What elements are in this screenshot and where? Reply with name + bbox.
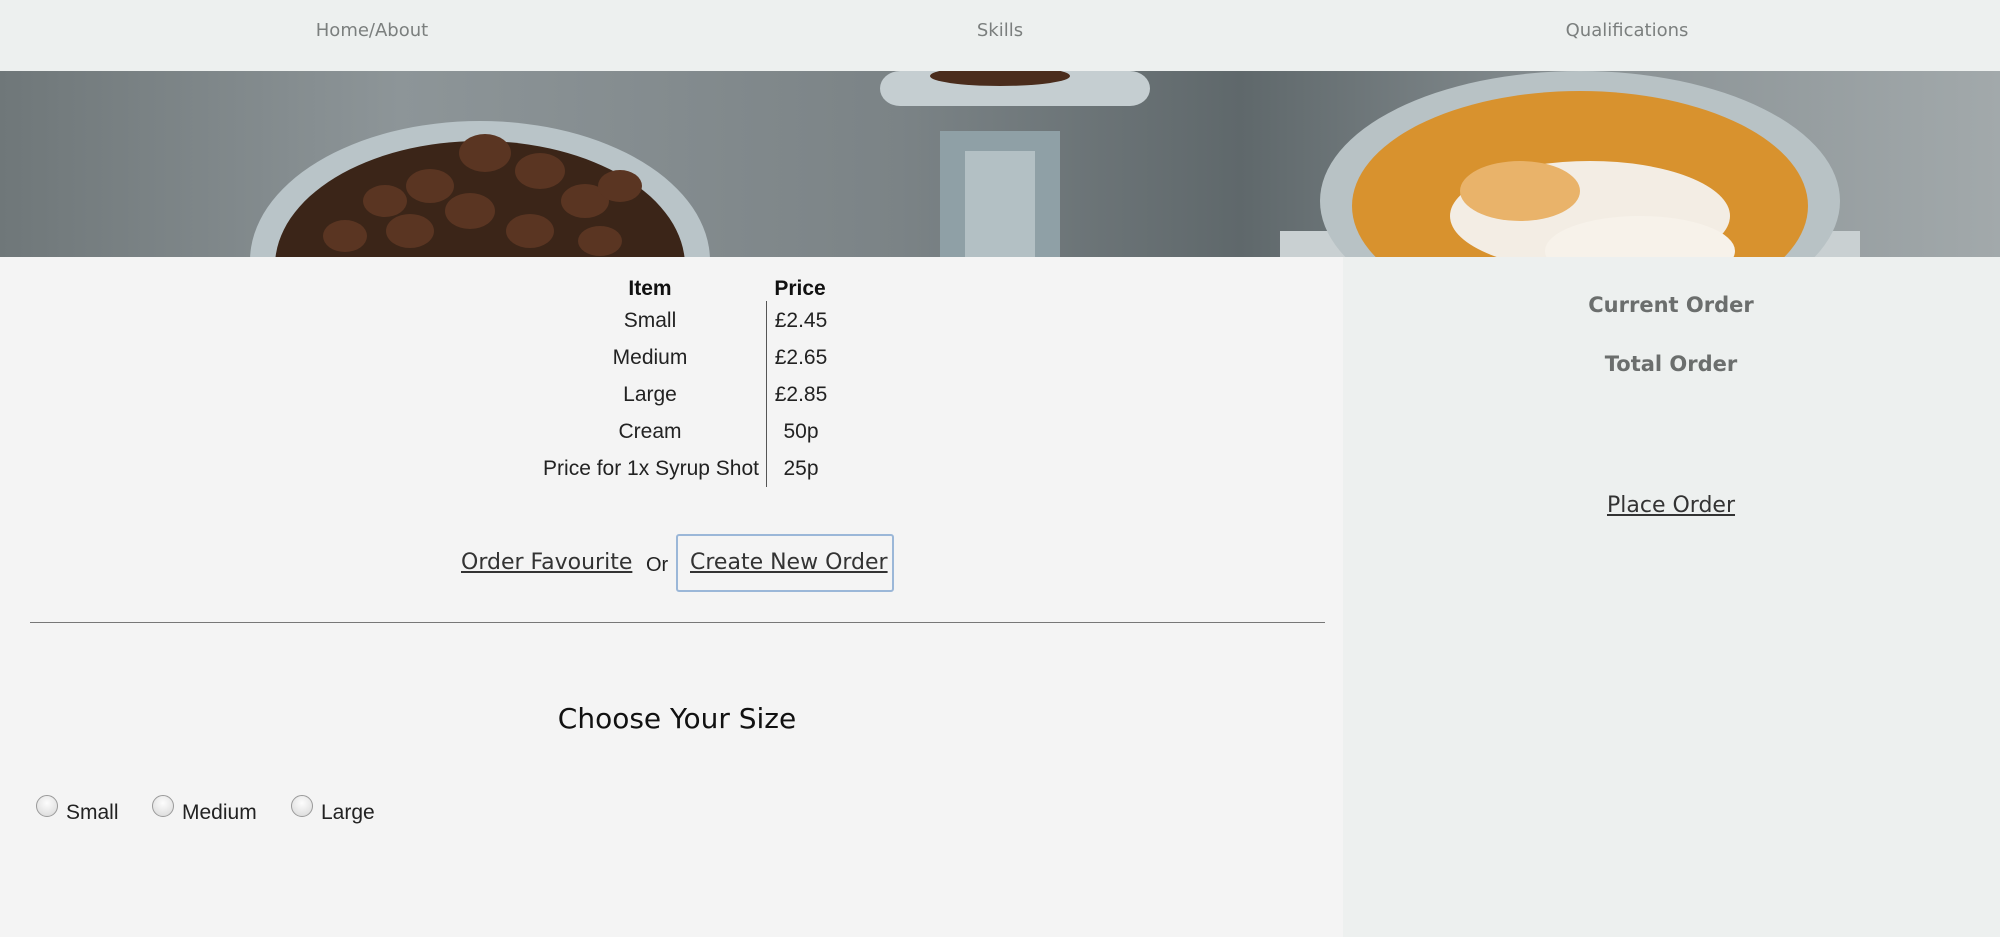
order-favourite-link[interactable]: Order Favourite — [461, 550, 632, 575]
place-order-link[interactable]: Place Order — [1607, 493, 1735, 518]
table-cell-item: Small — [623, 309, 677, 332]
order-sidebar: Current Order Total Order Place Order — [1343, 257, 2000, 937]
table-cell-price: £2.65 — [774, 346, 828, 369]
table-cell-item: Price for 1x Syrup Shot — [543, 457, 759, 480]
current-order-title: Current Order — [1588, 293, 1754, 317]
table-header-price: Price — [774, 277, 826, 300]
create-new-order-link[interactable]: Create New Order — [690, 550, 888, 575]
choose-size-heading: Choose Your Size — [557, 702, 797, 735]
size-label-medium[interactable]: Medium — [182, 801, 257, 825]
nav-skills[interactable]: Skills — [977, 20, 1023, 41]
size-label-small[interactable]: Small — [66, 801, 119, 825]
table-divider — [766, 301, 767, 487]
nav-qualifications[interactable]: Qualifications — [1566, 20, 1689, 41]
hero-banner — [0, 71, 2000, 257]
table-header-item: Item — [628, 277, 672, 300]
top-nav: Home/About Skills Qualifications — [0, 0, 2000, 71]
price-table: Item Price Small £2.45 Medium £2.65 Larg… — [0, 257, 1343, 507]
size-label-large[interactable]: Large — [321, 801, 375, 825]
table-cell-item: Cream — [618, 420, 682, 443]
table-cell-price: £2.85 — [774, 383, 828, 406]
table-cell-price: 25p — [783, 457, 819, 480]
hero-image — [250, 71, 1860, 257]
size-radio-small[interactable] — [36, 795, 58, 817]
table-cell-item: Medium — [612, 346, 688, 369]
table-cell-item: Large — [623, 383, 677, 406]
main-content: Item Price Small £2.45 Medium £2.65 Larg… — [0, 257, 1343, 937]
section-divider — [30, 622, 1325, 623]
table-cell-price: 50p — [783, 420, 819, 443]
nav-home-about[interactable]: Home/About — [316, 20, 428, 41]
size-radio-medium[interactable] — [152, 795, 174, 817]
or-text: Or — [646, 554, 669, 576]
table-cell-price: £2.45 — [774, 309, 828, 332]
total-order-title: Total Order — [1604, 352, 1738, 376]
size-radio-large[interactable] — [291, 795, 313, 817]
